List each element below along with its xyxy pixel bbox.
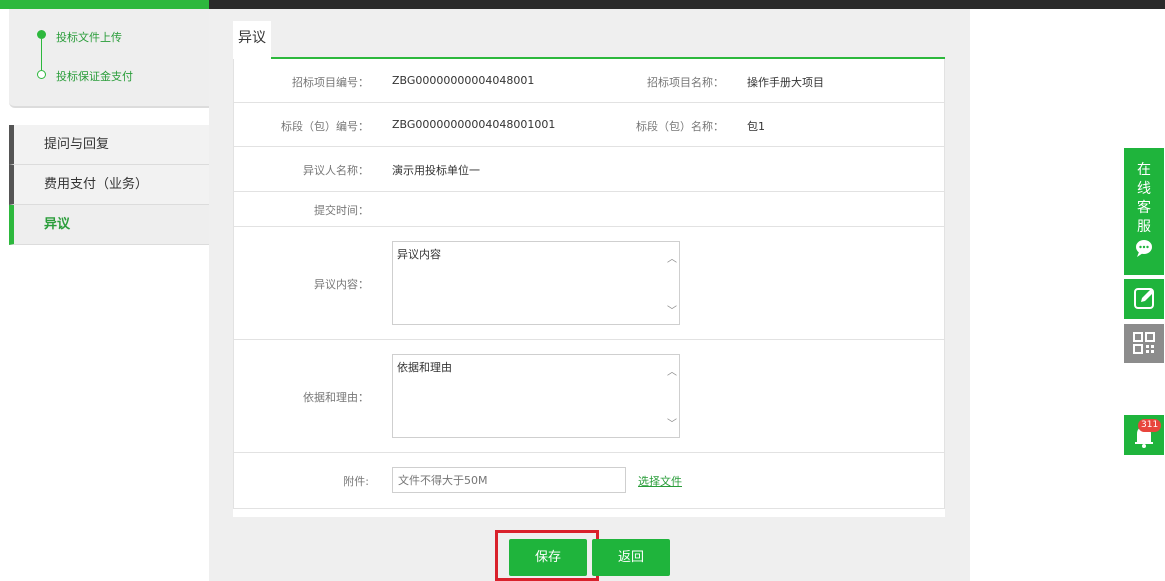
scroll-down-icon[interactable]: ﹀ [667,415,677,430]
section-no-value: ZBG00000000004048001001 [392,118,556,131]
submit-time-label: 提交时间： [314,204,369,217]
project-name-value: 操作手册大项目 [747,76,824,89]
step-dot-pending-icon [37,70,46,79]
project-no-label: 招标项目编号： [292,76,369,89]
attachment-input[interactable] [392,467,626,493]
form-row-attachment: 附件: 选择文件 [234,453,944,508]
section-no-label: 标段（包）编号： [281,120,369,133]
step-bid-deposit[interactable]: 投标保证金支付 [56,68,133,84]
chat-bubble-icon [1136,240,1152,257]
service-char: 服 [1137,219,1151,235]
feedback-button[interactable] [1124,279,1164,319]
form-row-reason: 依据和理由： 依据和理由 ︿ ﹀ [234,340,944,453]
service-char: 客 [1137,200,1151,216]
section-name-value: 包1 [747,120,765,133]
qr-code-button[interactable] [1124,324,1164,363]
form-row-project: 招标项目编号： ZBG00000000004048001 招标项目名称： 操作手… [234,59,944,103]
sidebar-item-qa[interactable]: 提问与回复 [9,125,209,165]
content-scrollbar[interactable]: ︿ ﹀ [665,242,679,324]
main-panel: 异议 招标项目编号： ZBG00000000004048001 招标项目名称： … [209,9,970,581]
notification-count-badge: 311 [1138,419,1162,432]
top-bar [0,0,1165,9]
qr-code-icon [1133,332,1155,354]
sidebar-menu: 提问与回复 费用支付（业务） 异议 [9,125,209,245]
save-button[interactable]: 保存 [509,539,587,576]
step-dot-done-icon [37,30,46,39]
content-textarea[interactable]: 异议内容 [392,241,680,325]
step-upload-bid[interactable]: 投标文件上传 [56,29,122,45]
form-row-submit-time: 提交时间： [234,192,944,227]
edit-icon [1134,288,1154,309]
project-no-value: ZBG00000000004048001 [392,74,535,87]
tab-bar: 异议 [233,21,945,59]
sidebar-item-payment[interactable]: 费用支付（业务） [9,165,209,205]
back-button[interactable]: 返回 [592,539,670,576]
objection-form: 招标项目编号： ZBG00000000004048001 招标项目名称： 操作手… [233,59,945,509]
reason-label: 依据和理由： [303,391,369,404]
reason-textarea[interactable]: 依据和理由 [392,354,680,438]
step-connector [41,39,42,70]
scroll-up-icon[interactable]: ︿ [667,250,677,265]
top-bar-accent [0,0,209,9]
reason-scrollbar[interactable]: ︿ ﹀ [665,355,679,437]
choose-file-link[interactable]: 选择文件 [638,473,682,489]
objection-card: 异议 招标项目编号： ZBG00000000004048001 招标项目名称： … [233,21,945,517]
objector-value: 演示用投标单位一 [392,164,480,177]
scroll-down-icon[interactable]: ﹀ [667,302,677,317]
scroll-up-icon[interactable]: ︿ [667,363,677,378]
content-label: 异议内容： [314,278,369,291]
project-name-label: 招标项目名称： [647,76,724,89]
objector-label: 异议人名称： [303,164,369,177]
online-service-button[interactable]: 在 线 客 服 [1124,148,1164,275]
service-char: 在 [1137,162,1151,178]
tab-objection[interactable]: 异议 [233,21,271,59]
service-char: 线 [1137,181,1151,197]
form-row-content: 异议内容： 异议内容 ︿ ﹀ [234,227,944,340]
attachment-label: 附件: [343,475,369,488]
sidebar-item-objection[interactable]: 异议 [9,205,209,245]
section-name-label: 标段（包）名称： [636,120,724,133]
form-row-objector: 异议人名称： 演示用投标单位一 [234,147,944,192]
progress-steps: 投标文件上传 投标保证金支付 [9,9,209,108]
form-row-section: 标段（包）编号： ZBG00000000004048001001 标段（包）名称… [234,103,944,147]
